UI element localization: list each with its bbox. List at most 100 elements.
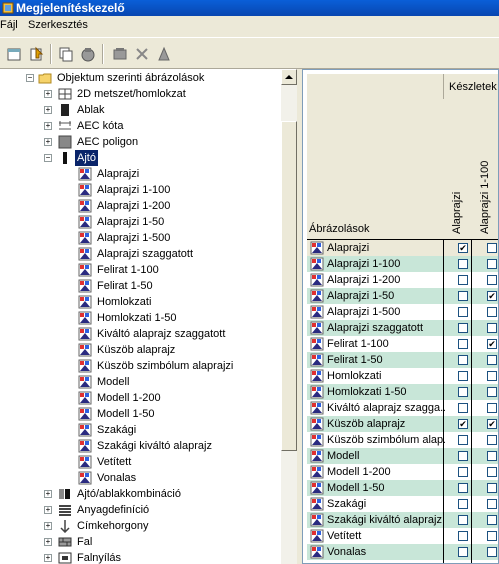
scroll-up-arrow-icon[interactable] [281,69,297,85]
display-set-checkbox[interactable] [487,403,497,413]
display-set-checkbox[interactable] [487,355,497,365]
tree-leaf-representation[interactable]: Kiváltó alaprajz szaggatott [0,326,281,342]
display-set-checkbox[interactable] [487,243,497,253]
tree-item[interactable]: − Ajtó [0,150,281,166]
display-set-checkbox[interactable]: ✔ [458,243,468,253]
tree-item[interactable]: + AEC kóta [0,118,281,134]
tree-leaf-representation[interactable]: Modell [0,374,281,390]
paste-icon[interactable] [80,46,96,62]
display-set-checkbox[interactable] [458,387,468,397]
tree-leaf-representation[interactable]: Vonalas [0,470,281,486]
menu-file[interactable]: Fájl [0,16,18,35]
menu-edit[interactable]: Szerkesztés [28,16,88,35]
display-set-checkbox[interactable] [458,259,468,269]
representation-icon [310,449,324,463]
tree-leaf-representation[interactable]: Felirat 1-50 [0,278,281,294]
collapse-icon[interactable]: − [44,154,52,162]
tree-leaf-representation[interactable]: Alaprajzi 1-200 [0,198,281,214]
display-set-checkbox[interactable] [487,547,497,557]
display-set-checkbox[interactable]: ✔ [487,291,497,301]
display-set-checkbox[interactable] [458,307,468,317]
tree-leaf-representation[interactable]: Küszöb alaprajz [0,342,281,358]
display-set-checkbox[interactable] [458,547,468,557]
expand-icon[interactable]: + [44,506,52,514]
expand-icon[interactable]: + [44,554,52,562]
expand-icon[interactable]: + [44,538,52,546]
tree-item[interactable]: + Ablak [0,102,281,118]
tree-leaf-representation[interactable]: Alaprajzi 1-50 [0,214,281,230]
collapse-icon[interactable]: − [26,74,34,82]
expand-icon[interactable]: + [44,138,52,146]
display-set-checkbox[interactable] [487,499,497,509]
display-set-checkbox[interactable] [487,259,497,269]
tree-leaf-representation[interactable]: Szakági [0,422,281,438]
display-set-checkbox[interactable] [487,371,497,381]
display-set-checkbox[interactable] [487,323,497,333]
display-set-checkbox[interactable]: ✔ [458,419,468,429]
purge-icon[interactable] [112,46,128,62]
display-set-checkbox[interactable] [458,371,468,381]
display-set-checkbox[interactable] [458,499,468,509]
tree-item[interactable]: + Falnyílás [0,550,281,564]
tree-leaf-representation[interactable]: Modell 1-200 [0,390,281,406]
display-set-checkbox[interactable]: ✔ [487,339,497,349]
display-set-checkbox[interactable] [458,515,468,525]
tree-leaf-representation[interactable]: Homlokzati [0,294,281,310]
tree-leaf-representation[interactable]: Küszöb szimbólum alaprajzi [0,358,281,374]
display-set-checkbox[interactable] [487,451,497,461]
new-icon[interactable] [6,46,22,62]
expand-icon[interactable]: + [44,522,52,530]
display-set-checkbox[interactable] [458,531,468,541]
display-set-checkbox[interactable] [487,531,497,541]
grid-row-label: Modell [327,450,360,462]
display-set-checkbox[interactable] [458,483,468,493]
display-set-checkbox[interactable] [487,467,497,477]
update-icon[interactable] [156,46,172,62]
display-set-checkbox[interactable] [458,451,468,461]
display-set-checkbox[interactable] [458,339,468,349]
display-set-checkbox[interactable] [458,355,468,365]
tree-leaf-representation[interactable]: Alaprajzi 1-500 [0,230,281,246]
tree-item[interactable]: + Címkehorgony [0,518,281,534]
display-set-checkbox[interactable] [487,387,497,397]
expand-icon[interactable]: + [44,122,52,130]
copy-icon[interactable] [58,46,74,62]
display-set-checkbox[interactable] [487,435,497,445]
tree-item[interactable]: +2D metszet/homlokzat [0,86,281,102]
tree-item[interactable]: + Anyagdefiníció [0,502,281,518]
representation-tree[interactable]: − Objektum szerinti ábrázolások +2D metsze… [0,69,281,564]
tree-leaf-representation[interactable]: Alaprajzi [0,166,281,182]
scroll-thumb[interactable] [281,121,297,451]
delete-icon[interactable] [134,46,150,62]
tree-leaf-representation[interactable]: Felirat 1-100 [0,262,281,278]
tree-leaf-representation[interactable]: Vetített [0,454,281,470]
tree-item[interactable]: + Ajtó/ablakkombináció [0,486,281,502]
expand-icon[interactable]: + [44,106,52,114]
column-header-alaprajzi[interactable]: Alaprajzi [443,99,472,240]
display-set-checkbox[interactable] [458,467,468,477]
display-set-checkbox[interactable] [458,323,468,333]
tree-item[interactable]: + Fal [0,534,281,550]
import-icon[interactable] [28,46,44,62]
tree-leaf-representation[interactable]: Homlokzati 1-50 [0,310,281,326]
tree-item[interactable]: + AEC poligon [0,134,281,150]
display-set-checkbox[interactable] [487,275,497,285]
display-set-checkbox[interactable] [487,307,497,317]
tree-leaf-representation[interactable]: Alaprajzi szaggatott [0,246,281,262]
column-header-alaprajzi-1-100[interactable]: Alaprajzi 1-100 [471,99,498,240]
display-set-checkbox[interactable] [487,483,497,493]
display-set-checkbox[interactable] [458,291,468,301]
display-set-checkbox[interactable] [458,275,468,285]
tree-leaf-representation[interactable]: Modell 1-50 [0,406,281,422]
display-set-checkbox[interactable] [487,515,497,525]
expand-icon[interactable]: + [44,90,52,98]
display-set-checkbox[interactable]: ✔ [487,419,497,429]
display-set-checkbox[interactable] [458,403,468,413]
display-set-checkbox[interactable] [458,435,468,445]
tree-leaf-representation[interactable]: Alaprajzi 1-100 [0,182,281,198]
tree-item-label: Modell 1-50 [97,408,155,420]
tree-scrollbar[interactable] [281,69,297,564]
tree-leaf-representation[interactable]: Szakági kiváltó alaprajz [0,438,281,454]
expand-icon[interactable]: + [44,490,52,498]
tree-root[interactable]: − Objektum szerinti ábrázolások [0,70,281,86]
